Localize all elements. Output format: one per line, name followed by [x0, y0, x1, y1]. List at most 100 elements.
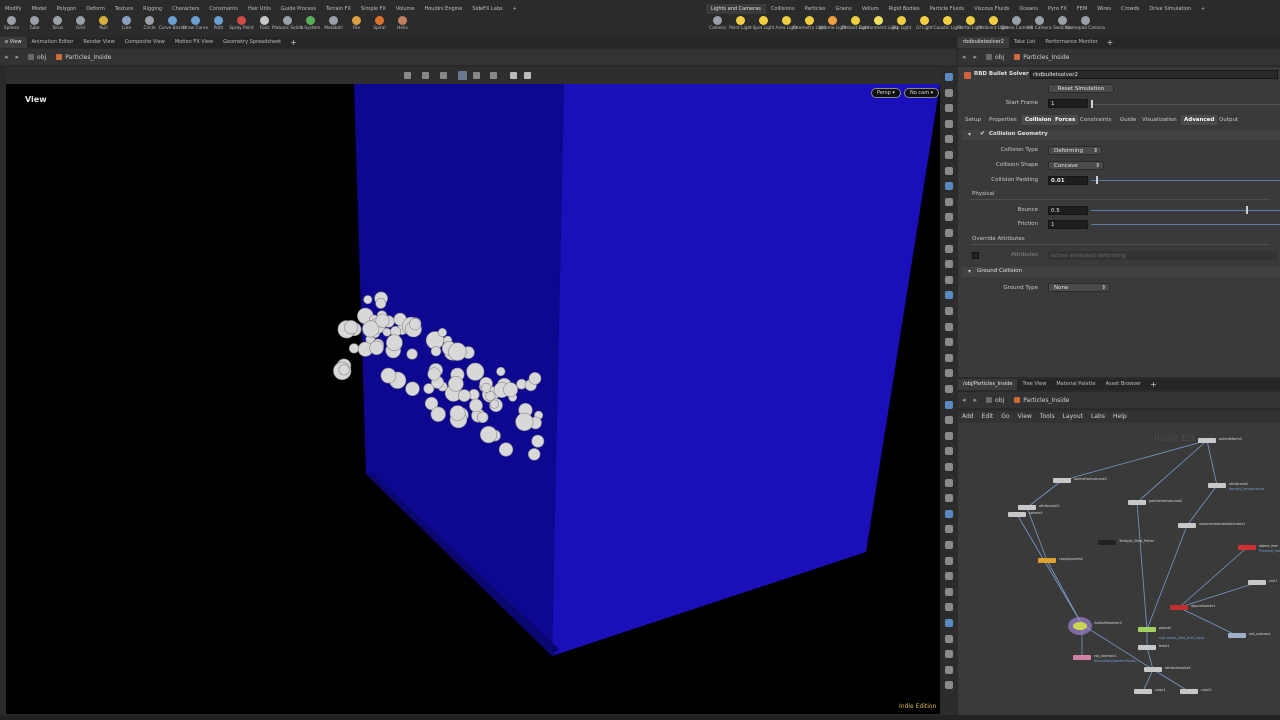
- shelf-tool-tools_left-10[interactable]: Spray Paint: [229, 14, 254, 36]
- viewport-tool-icon[interactable]: [945, 509, 953, 518]
- net-menu-view[interactable]: View: [1014, 411, 1036, 423]
- shelf-tool-tools_left-1[interactable]: Tube: [23, 14, 46, 36]
- collision-shape-dropdown[interactable]: Concave ⇕: [1048, 161, 1104, 170]
- back-icon[interactable]: ◂: [0, 53, 12, 61]
- shelf-tool-tools_left-2[interactable]: Torus: [46, 14, 69, 36]
- viewport-tool-icon[interactable]: [945, 416, 953, 425]
- param-tab-constraints[interactable]: Constraints: [1077, 115, 1114, 125]
- param-tab-advanced[interactable]: Advanced: [1181, 115, 1218, 125]
- node-null1[interactable]: [1248, 580, 1266, 585]
- shelf-tab-14[interactable]: SideFX Labs: [467, 4, 507, 14]
- shelf-tool-tools_right-1[interactable]: Point Light: [729, 14, 752, 38]
- shelf-tool-tools_left-0[interactable]: Sphere: [0, 14, 23, 36]
- pane-tab-2[interactable]: Performance Monitor: [1040, 37, 1102, 48]
- viewport-tool-icon[interactable]: [945, 681, 953, 690]
- net-menu-tools[interactable]: Tools: [1036, 411, 1059, 423]
- shelf-tab-13[interactable]: Houdini Engine: [419, 4, 467, 14]
- shelf-tab-9[interactable]: Guide Process: [276, 4, 321, 14]
- shelf-tab-5[interactable]: Rigging: [138, 4, 167, 14]
- node-color1[interactable]: [1134, 689, 1152, 694]
- pane-tab-1[interactable]: Take List: [1009, 37, 1040, 48]
- shelf-tab-right-5[interactable]: Rigid Bodies: [884, 4, 925, 14]
- shelf-tool-tools_left-11[interactable]: Font: [253, 14, 276, 36]
- param-tab-forces[interactable]: Forces: [1052, 115, 1079, 125]
- select-icon[interactable]: [404, 72, 411, 79]
- node-copytopoints2[interactable]: [1038, 558, 1056, 563]
- start-frame-slider[interactable]: [1091, 104, 1280, 105]
- viewport-tool-icon[interactable]: [945, 244, 953, 253]
- path-obj[interactable]: obj: [981, 54, 1009, 61]
- add-tab-button[interactable]: +: [1146, 379, 1161, 390]
- net-menu-labs[interactable]: Labs: [1087, 411, 1109, 423]
- shelf-tool-tools_right-13[interactable]: Stereo Camera: [1000, 14, 1033, 38]
- add-tab-button[interactable]: +: [1103, 37, 1118, 48]
- net-menu-layout[interactable]: Layout: [1059, 411, 1087, 423]
- viewport-tool-icon[interactable]: [945, 213, 953, 222]
- attributes-field[interactable]: active animated deforming: [1048, 251, 1278, 260]
- shelf-tab-3[interactable]: Deform: [81, 4, 110, 14]
- viewport-tool-icon[interactable]: [945, 322, 953, 331]
- node-popnet[interactable]: [1138, 627, 1156, 632]
- param-tab-output[interactable]: Output: [1216, 115, 1241, 125]
- pane-tab-0[interactable]: e View: [0, 37, 27, 48]
- grid-icon[interactable]: [458, 71, 467, 80]
- reset-simulation-button[interactable]: Reset Simulation: [1048, 84, 1114, 93]
- node-volumerasterizeattributes1[interactable]: [1178, 523, 1196, 528]
- shelf-tab-right-0[interactable]: Lights and Cameras: [706, 4, 766, 14]
- shelf-tab-right-14[interactable]: +: [1196, 4, 1210, 14]
- bounce-knob[interactable]: [1245, 206, 1248, 214]
- pane-tab-1[interactable]: Animation Editor: [27, 37, 79, 48]
- ghost-icon[interactable]: [473, 72, 480, 79]
- shelf-tool-tools_right-7[interactable]: Environment Light: [859, 14, 898, 38]
- viewport-tool-icon[interactable]: [945, 353, 953, 362]
- shelf-tab-right-6[interactable]: Particle Fluids: [925, 4, 970, 14]
- viewport-tool-icon[interactable]: [945, 104, 953, 113]
- viewport-tool-icon[interactable]: [945, 556, 953, 565]
- persp-menu-button[interactable]: Persp ▾: [871, 88, 901, 98]
- viewport-tool-icon[interactable]: [945, 151, 953, 159]
- pane-tab-0[interactable]: rbdbulletsolver2: [958, 37, 1009, 48]
- ground-type-dropdown[interactable]: None ⇕: [1048, 283, 1110, 292]
- viewport-tool-icon[interactable]: [945, 275, 953, 284]
- forward-icon[interactable]: ▸: [12, 53, 24, 61]
- shelf-tool-tools_right-14[interactable]: VR Camera: [1027, 14, 1052, 38]
- shelf-tab-right-4[interactable]: Vellum: [857, 4, 884, 14]
- snapshot-icon[interactable]: [524, 72, 531, 79]
- pane-tab-5[interactable]: Geometry Spreadsheet: [218, 37, 286, 48]
- net-menu-edit[interactable]: Edit: [978, 411, 998, 423]
- shelf-tab-right-8[interactable]: Oceans: [1014, 4, 1043, 14]
- param-tab-setup[interactable]: Setup: [962, 115, 984, 125]
- path-particles-inside[interactable]: Particles_Inside: [51, 54, 116, 61]
- viewport-tool-icon[interactable]: [945, 619, 953, 627]
- param-tab-collision[interactable]: Collision: [1022, 115, 1055, 125]
- shelf-tool-tools_left-14[interactable]: Metaball: [322, 14, 345, 36]
- viewport-tool-icon[interactable]: [945, 197, 953, 206]
- collision-padding-knob[interactable]: [1096, 176, 1098, 184]
- shelf-tool-tools_right-10[interactable]: Caustic Light: [934, 14, 961, 38]
- shelf-tab-11[interactable]: Simple FX: [356, 4, 391, 14]
- node-pointsfromvolume2[interactable]: [1128, 500, 1146, 505]
- shelf-tool-tools_left-15[interactable]: File: [345, 14, 368, 36]
- collision-type-dropdown[interactable]: Deforming ⇕: [1048, 146, 1102, 155]
- shelf-tab-7[interactable]: Constraints: [204, 4, 243, 14]
- viewport-tool-icon[interactable]: [945, 494, 953, 503]
- node-pointdeform2[interactable]: [1198, 438, 1216, 443]
- ground-collision-header[interactable]: ▾ Ground Collision: [962, 267, 1280, 277]
- viewport-tool-icon[interactable]: [945, 385, 953, 393]
- collision-padding-field[interactable]: 0.01: [1048, 176, 1088, 185]
- node-Tealight_Glow_Portal[interactable]: [1098, 540, 1116, 545]
- path-obj[interactable]: obj: [981, 397, 1009, 404]
- shelf-tool-tools_left-4[interactable]: Null: [92, 14, 115, 36]
- node-color2[interactable]: [1180, 689, 1198, 694]
- shelf-tool-tools_left-5[interactable]: Line: [115, 14, 138, 36]
- shelf-tab-right-7[interactable]: Viscous Fluids: [969, 4, 1014, 14]
- viewport-tool-icon[interactable]: [945, 447, 953, 456]
- pane-tab-3[interactable]: Composite View: [120, 37, 170, 48]
- shelf-tool-tools_right-0[interactable]: Camera: [706, 14, 729, 38]
- node-blast1[interactable]: [1138, 645, 1156, 650]
- viewport-tool-icon[interactable]: [945, 88, 953, 97]
- node-pointsfromvolume1[interactable]: [1053, 478, 1071, 483]
- viewport-tool-icon[interactable]: [945, 369, 953, 378]
- viewport-tool-icon[interactable]: [945, 431, 953, 440]
- shelf-tab-4[interactable]: Texture: [110, 4, 138, 14]
